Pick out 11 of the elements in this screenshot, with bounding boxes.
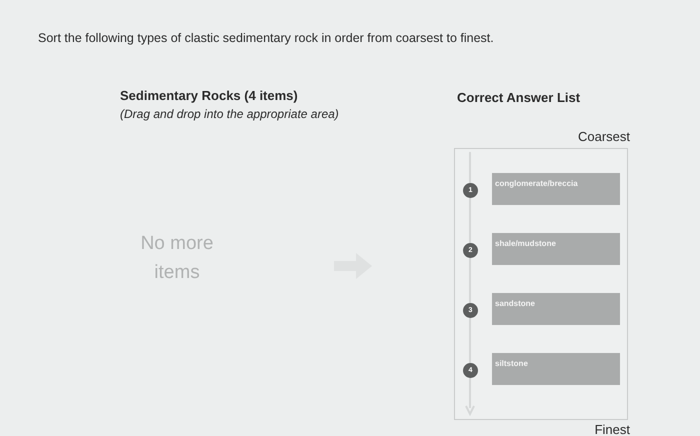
answer-item[interactable]: sandstone xyxy=(492,292,620,325)
answer-item[interactable]: siltstone xyxy=(492,352,620,385)
empty-message: No more items xyxy=(140,232,214,286)
answer-list-title: Correct Answer List xyxy=(457,88,580,107)
question-text: Sort the following types of clastic sedimentary rock in order from coarsest to finest. xyxy=(38,30,495,47)
coarsest-label: Coarsest xyxy=(578,128,630,146)
finest-label: Finest xyxy=(594,420,630,436)
drag-instruction: (Drag and drop into the appropriate area) xyxy=(120,106,339,124)
answer-item[interactable]: shale/mudstone xyxy=(492,232,620,265)
answer-item[interactable]: conglomerate/breccia xyxy=(492,172,620,205)
source-title: Sedimentary Rocks (4 items) xyxy=(120,86,298,105)
